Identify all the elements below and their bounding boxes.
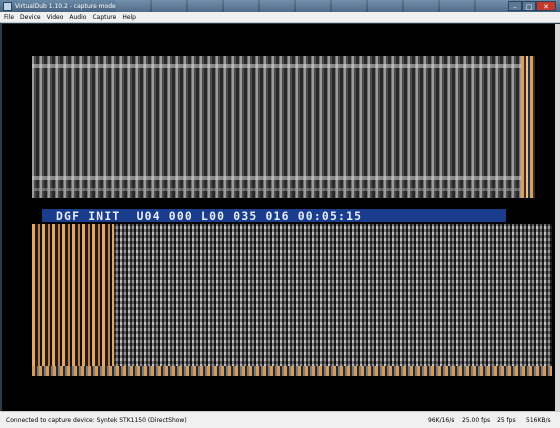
- menu-help[interactable]: Help: [122, 14, 136, 21]
- minimize-button[interactable]: –: [508, 1, 522, 11]
- window-title: VirtualDub 1.10.2 - capture mode: [15, 2, 116, 10]
- video-preview-bottom-field: [32, 224, 552, 376]
- vertical-scrollbar[interactable]: [555, 24, 560, 411]
- vcr-osd-overlay: DGF INIT U04 000 L00 035 016 00:05:15: [42, 208, 506, 223]
- status-bar: Connected to capture device: Syntek STK1…: [0, 411, 560, 428]
- menu-device[interactable]: Device: [20, 14, 41, 21]
- status-audio-rate: 96K/16/s: [428, 417, 455, 424]
- video-color-stripe: [32, 224, 114, 376]
- close-button[interactable]: ✕: [536, 1, 556, 11]
- status-data-rate: 516KB/s: [526, 417, 551, 424]
- virtualdub-app-icon[interactable]: [3, 1, 12, 11]
- video-preview-top-field: [32, 56, 535, 198]
- video-noise-pattern: [114, 224, 552, 376]
- status-message: Connected to capture device: Syntek STK1…: [6, 417, 187, 424]
- video-noise-line: [32, 64, 535, 68]
- title-bar: VirtualDub 1.10.2 - capture mode – □ ✕: [0, 0, 560, 12]
- window-controls: – □ ✕: [508, 1, 556, 11]
- menu-bar: File Device Video Audio Capture Help: [0, 12, 560, 23]
- video-noise-line: [32, 176, 535, 180]
- menu-file[interactable]: File: [4, 14, 14, 21]
- menu-video[interactable]: Video: [47, 14, 64, 21]
- menu-capture[interactable]: Capture: [92, 14, 116, 21]
- status-actual-fps: 25 fps: [497, 417, 516, 424]
- video-color-stripe: [521, 56, 535, 198]
- video-noise-line: [32, 188, 535, 191]
- video-color-stripe: [32, 366, 552, 376]
- status-target-fps: 25.00 fps: [462, 417, 491, 424]
- vcr-osd-text: DGF INIT U04 000 L00 035 016 00:05:15: [56, 208, 363, 223]
- background-taskbar: [115, 0, 508, 12]
- maximize-button[interactable]: □: [522, 1, 536, 11]
- menu-audio[interactable]: Audio: [69, 14, 86, 21]
